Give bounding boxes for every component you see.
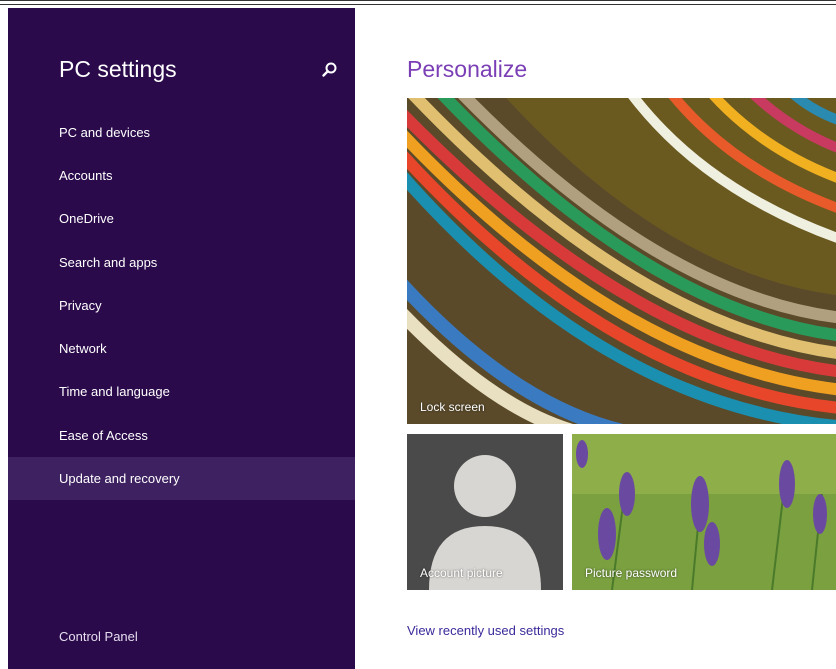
sidebar-item-label: OneDrive xyxy=(59,211,114,226)
top-border xyxy=(0,0,836,5)
sidebar-item-label: Time and language xyxy=(59,384,170,399)
search-icon xyxy=(322,62,337,77)
sidebar-item-label: Network xyxy=(59,341,107,356)
lock-screen-image xyxy=(407,98,836,424)
sidebar-item-network[interactable]: Network xyxy=(8,327,355,370)
sidebar-item-onedrive[interactable]: OneDrive xyxy=(8,197,355,240)
account-picture-label: Account picture xyxy=(420,566,503,580)
account-picture-tile[interactable]: Account picture xyxy=(407,434,563,590)
sidebar-item-label: Privacy xyxy=(59,298,102,313)
search-button[interactable] xyxy=(320,60,340,80)
sidebar-item-ease-of-access[interactable]: Ease of Access xyxy=(8,414,355,457)
sidebar-item-label: Accounts xyxy=(59,168,113,183)
sidebar-item-privacy[interactable]: Privacy xyxy=(8,284,355,327)
picture-password-label: Picture password xyxy=(585,566,678,580)
sidebar-item-update-and-recovery[interactable]: Update and recovery xyxy=(8,457,355,500)
sidebar-title: PC settings xyxy=(59,56,177,82)
sidebar: PC settings PC and devices Accounts OneD… xyxy=(8,8,355,669)
sidebar-item-accounts[interactable]: Accounts xyxy=(8,154,355,197)
lock-screen-label: Lock screen xyxy=(420,400,485,414)
recently-used-settings-link[interactable]: View recently used settings xyxy=(407,623,564,638)
page-title: Personalize xyxy=(407,56,528,82)
sidebar-item-label: Update and recovery xyxy=(59,471,180,486)
control-panel-link[interactable]: Control Panel xyxy=(59,629,138,644)
sidebar-item-label: PC and devices xyxy=(59,125,151,140)
sidebar-item-label: Ease of Access xyxy=(59,428,148,443)
sidebar-item-label: Search and apps xyxy=(59,255,158,270)
sidebar-item-time-and-language[interactable]: Time and language xyxy=(8,370,355,413)
picture-password-tile[interactable]: Picture password xyxy=(572,434,836,590)
sidebar-item-search-and-apps[interactable]: Search and apps xyxy=(8,241,355,284)
sidebar-item-pc-and-devices[interactable]: PC and devices xyxy=(8,111,355,154)
lock-screen-tile[interactable]: Lock screen xyxy=(407,98,836,424)
